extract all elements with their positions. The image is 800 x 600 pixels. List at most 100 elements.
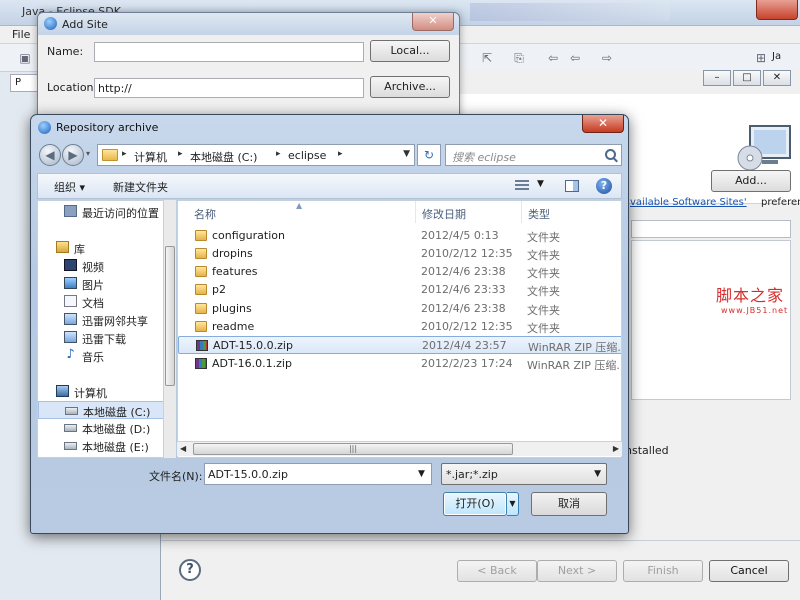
open-perspective-icon[interactable]: ⊞	[754, 51, 768, 65]
install-close-button[interactable]: ✕	[763, 70, 791, 86]
file-row[interactable]: p2 2012/4/6 23:33 文件夹	[178, 281, 621, 299]
file-date: 2010/2/12 12:35	[421, 247, 513, 260]
archive-button[interactable]: Archive...	[370, 76, 450, 98]
chevron-down-icon[interactable]: ▼	[537, 179, 544, 189]
chevron-down-icon: ▼	[594, 469, 601, 479]
add-site-close-button[interactable]: ✕	[412, 13, 454, 31]
tree-item-drive-d[interactable]: 本地磁盘 (D:)	[38, 419, 171, 437]
tree-item-music[interactable]: ♪ 音乐	[38, 347, 171, 365]
winrar-zip-icon	[195, 358, 207, 369]
back-arrow-icon[interactable]: ◀	[39, 144, 61, 166]
cancel-button[interactable]: 取消	[531, 492, 607, 516]
tree-scrollbar-thumb[interactable]	[165, 246, 175, 386]
file-list: 名称 ▲ 修改日期 类型 configuration 2012/4/5 0:13…	[177, 200, 622, 458]
tree-scrollbar[interactable]	[163, 200, 176, 458]
scroll-left-icon[interactable]: ◀	[180, 444, 186, 453]
back-button[interactable]: < Back	[457, 560, 537, 582]
tree-item-drive-e[interactable]: 本地磁盘 (E:)	[38, 437, 171, 455]
folder-icon	[102, 149, 118, 161]
toolbar-edit-icon[interactable]: ⎘	[512, 51, 526, 65]
next-button[interactable]: Next >	[537, 560, 617, 582]
open-dropdown-icon[interactable]: ▼	[507, 492, 519, 516]
tree-item-pictures[interactable]: 图片	[38, 275, 171, 293]
location-input[interactable]: http://	[94, 78, 364, 98]
open-button[interactable]: 打开(O)	[443, 492, 507, 516]
history-icon[interactable]: ⇦	[568, 51, 582, 65]
file-row[interactable]: dropins 2010/2/12 12:35 文件夹	[178, 245, 621, 263]
install-items-list[interactable]	[631, 240, 791, 400]
tree-item-recent[interactable]: 最近访问的位置	[38, 203, 171, 221]
tree-item-documents[interactable]: 文档	[38, 293, 171, 311]
file-type: 文件夹	[527, 285, 560, 298]
wizard-cancel-button[interactable]: Cancel	[709, 560, 789, 582]
filename-input[interactable]: ADT-15.0.0.zip	[204, 463, 432, 485]
tree-item-label: 本地磁盘 (E:)	[82, 441, 149, 454]
file-row[interactable]: plugins 2012/4/6 23:38 文件夹	[178, 300, 621, 318]
file-row[interactable]: features 2012/4/6 23:38 文件夹	[178, 263, 621, 281]
tree-item-label: 库	[74, 243, 85, 256]
install-minimize-button[interactable]: –	[703, 70, 731, 86]
file-row[interactable]: ADT-16.0.1.zip 2012/2/23 17:24 WinRAR ZI…	[178, 355, 621, 373]
breadcrumb-eclipse[interactable]: eclipse	[288, 149, 326, 162]
perspective-java[interactable]: Ja	[772, 51, 781, 62]
help-icon[interactable]: ?	[179, 559, 201, 581]
file-list-scrollbar[interactable]: ◀ ||| ▶	[177, 441, 622, 456]
back-arrow-icon[interactable]: ⇦	[546, 51, 560, 65]
breadcrumb[interactable]: ▸ 计算机 ▸ 本地磁盘 (C:) ▸ eclipse ▸ ▼	[97, 144, 415, 166]
chevron-down-icon[interactable]: ▼	[418, 469, 425, 479]
preview-pane-icon[interactable]	[565, 180, 579, 192]
breadcrumb-separator-icon[interactable]: ▸	[276, 149, 281, 159]
tree-item-label: 文档	[82, 297, 104, 310]
view-options-icon[interactable]	[515, 180, 529, 192]
file-row[interactable]: configuration 2012/4/5 0:13 文件夹	[178, 227, 621, 245]
forward-arrow-icon[interactable]: ⇨	[600, 51, 614, 65]
recent-locations-dropdown-icon[interactable]: ▾	[86, 149, 90, 158]
available-sites-link[interactable]: vailable Software Sites'	[630, 197, 747, 208]
tree-item-drive-c[interactable]: 本地磁盘 (C:)	[38, 401, 171, 419]
name-label: Name:	[47, 45, 84, 58]
scroll-right-icon[interactable]: ▶	[613, 444, 619, 453]
breadcrumb-separator-icon[interactable]: ▸	[178, 149, 183, 159]
name-input[interactable]	[94, 42, 364, 62]
file-name: ADT-15.0.0.zip	[213, 339, 293, 352]
blurred-background-region	[470, 3, 670, 21]
file-date: 2012/4/6 23:38	[421, 265, 506, 278]
install-maximize-button[interactable]: □	[733, 70, 761, 86]
filename-label: 文件名(N):	[149, 470, 203, 483]
help-icon[interactable]: ?	[596, 178, 612, 194]
file-date: 2012/4/4 23:57	[422, 339, 507, 352]
toolbar-nav-icon[interactable]: ⇱	[480, 51, 494, 65]
tree-item-computer[interactable]: 计算机	[38, 383, 171, 401]
column-date-header[interactable]: 修改日期	[416, 201, 522, 223]
column-type-header[interactable]: 类型	[522, 201, 621, 223]
local-button[interactable]: Local...	[370, 40, 450, 62]
menu-file[interactable]: File	[12, 28, 30, 41]
install-add-button[interactable]: Add...	[711, 170, 791, 192]
new-icon[interactable]: ▣	[18, 51, 32, 65]
repository-archive-dialog: Repository archive ✕ ◀ ▶ ▾ ▸ 计算机 ▸ 本地磁盘 …	[30, 114, 629, 534]
tree-item-download[interactable]: 迅雷下载	[38, 329, 171, 347]
breadcrumb-computer[interactable]: 计算机	[134, 149, 167, 165]
tree-item-video[interactable]: 视频	[38, 257, 171, 275]
search-input[interactable]: 搜索 eclipse	[445, 144, 622, 166]
tree-item-share[interactable]: 迅雷网邻共享	[38, 311, 171, 329]
breadcrumb-drive-c[interactable]: 本地磁盘 (C:)	[190, 149, 257, 165]
chevron-down-icon[interactable]: ▼	[403, 149, 410, 159]
file-row[interactable]: readme 2010/2/12 12:35 文件夹	[178, 318, 621, 336]
breadcrumb-separator-icon[interactable]: ▸	[338, 149, 343, 159]
repository-close-button[interactable]: ✕	[582, 115, 624, 133]
forward-arrow-icon[interactable]: ▶	[62, 144, 84, 166]
install-filter-field[interactable]	[631, 220, 791, 238]
finish-button[interactable]: Finish	[623, 560, 703, 582]
file-type-filter[interactable]: *.jar;*.zip ▼	[441, 463, 607, 485]
organize-button[interactable]: 组织 ▾	[54, 179, 85, 195]
package-explorer-tab[interactable]: P	[10, 74, 40, 92]
tree-item-library[interactable]: 库	[38, 239, 171, 257]
new-folder-button[interactable]: 新建文件夹	[113, 179, 168, 195]
eclipse-close-button[interactable]	[756, 0, 798, 20]
file-list-scrollbar-thumb[interactable]: |||	[193, 443, 513, 455]
file-row-selected[interactable]: ADT-15.0.0.zip 2012/4/4 23:57 WinRAR ZIP…	[178, 336, 621, 354]
breadcrumb-separator-icon[interactable]: ▸	[122, 149, 127, 159]
search-icon[interactable]	[605, 149, 616, 160]
refresh-icon[interactable]: ↻	[417, 144, 441, 166]
